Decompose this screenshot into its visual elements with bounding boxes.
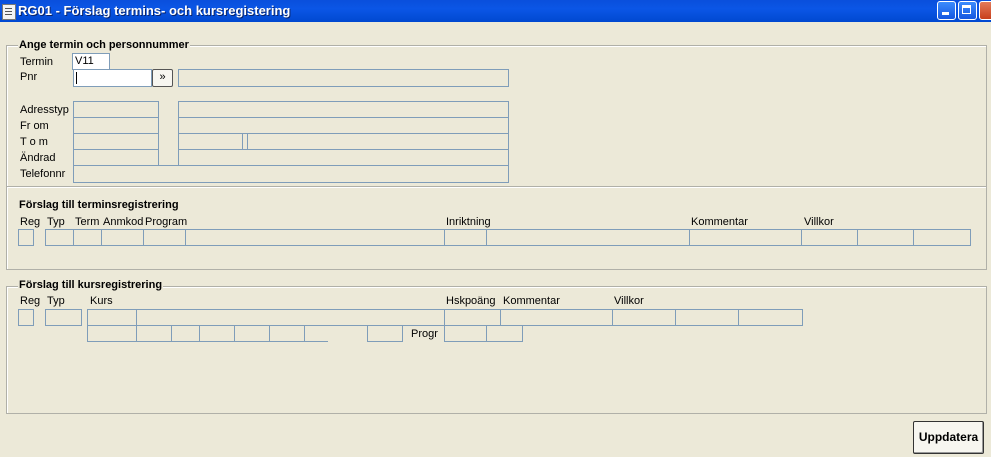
termin-label: Termin bbox=[20, 56, 54, 68]
kurs-reg-col-kurs: Kurs bbox=[90, 295, 113, 307]
termin-reg-checkbox[interactable] bbox=[18, 229, 34, 246]
termin-reg-col-term: Term bbox=[75, 216, 100, 228]
address-line-2[interactable] bbox=[178, 117, 509, 134]
kurs-reg-progr-cell-2[interactable] bbox=[486, 325, 523, 342]
document-icon bbox=[2, 4, 16, 20]
termin-field[interactable]: V11 bbox=[72, 53, 110, 70]
termin-reg-col-reg: Reg bbox=[20, 216, 41, 228]
pnr-input[interactable] bbox=[73, 69, 152, 87]
andrad-label: Ändrad bbox=[20, 152, 56, 164]
kurs-reg-group bbox=[6, 286, 987, 414]
termin-reg-inriktning-code-cell[interactable] bbox=[444, 229, 487, 246]
termin-reg-col-inriktning: Inriktning bbox=[446, 216, 491, 228]
address-line-4[interactable] bbox=[178, 149, 509, 166]
city-field[interactable] bbox=[247, 133, 509, 150]
update-button[interactable]: Uppdatera bbox=[913, 421, 984, 454]
kurs-reg-kurs-code-cell[interactable] bbox=[87, 309, 137, 326]
from-field[interactable] bbox=[73, 117, 159, 134]
termin-reg-col-villkor: Villkor bbox=[804, 216, 834, 228]
person-group-legend: Ange termin och personnummer bbox=[18, 39, 190, 51]
kurs-reg-villkor-cell-2[interactable] bbox=[675, 309, 739, 326]
kurs-reg-progr-code-cell[interactable] bbox=[367, 325, 403, 342]
kurs-reg-sub-cell-7[interactable] bbox=[304, 325, 328, 342]
termin-reg-program-code-cell[interactable] bbox=[143, 229, 186, 246]
pnr-label: Pnr bbox=[20, 71, 38, 83]
termin-reg-villkor-cell-2[interactable] bbox=[857, 229, 914, 246]
kurs-reg-progr-label: Progr bbox=[411, 328, 438, 340]
termin-reg-col-anmkod: Anmkod bbox=[103, 216, 144, 228]
termin-reg-program-name-cell[interactable] bbox=[185, 229, 445, 246]
adresstyp-label: Adresstyp bbox=[20, 104, 69, 116]
kurs-reg-villkor-cell-3[interactable] bbox=[738, 309, 803, 326]
kurs-reg-sub-cell-1[interactable] bbox=[87, 325, 137, 342]
telefon-field[interactable] bbox=[73, 165, 509, 183]
kurs-reg-col-kommentar: Kommentar bbox=[503, 295, 560, 307]
telefon-label: Telefonnr bbox=[20, 168, 66, 180]
pnr-lookup-button[interactable]: » bbox=[152, 69, 173, 87]
minimize-button[interactable] bbox=[937, 1, 956, 20]
from-label: Fr om bbox=[20, 120, 49, 132]
termin-reg-villkor-cell-3[interactable] bbox=[913, 229, 971, 246]
kurs-reg-villkor-cell-1[interactable] bbox=[612, 309, 676, 326]
adresstyp-field[interactable] bbox=[73, 101, 159, 118]
kurs-reg-col-villkor: Villkor bbox=[614, 295, 644, 307]
termin-reg-legend: Förslag till terminsregistrering bbox=[19, 199, 179, 211]
kurs-reg-legend: Förslag till kursregistrering bbox=[18, 279, 164, 291]
tom-label: T o m bbox=[20, 136, 48, 148]
kurs-reg-sub-cell-3[interactable] bbox=[171, 325, 200, 342]
kurs-reg-col-reg: Reg bbox=[20, 295, 41, 307]
kurs-reg-hskpoang-cell[interactable] bbox=[444, 309, 501, 326]
termin-reg-anmkod-cell[interactable] bbox=[101, 229, 144, 246]
kurs-reg-kommentar-cell[interactable] bbox=[500, 309, 613, 326]
person-name-field[interactable] bbox=[178, 69, 509, 87]
kurs-reg-sub-cell-4[interactable] bbox=[199, 325, 235, 342]
address-line-1[interactable] bbox=[178, 101, 509, 118]
termin-reg-inriktning-name-cell[interactable] bbox=[486, 229, 690, 246]
maximize-button[interactable] bbox=[958, 1, 977, 20]
termin-reg-kommentar-cell[interactable] bbox=[689, 229, 802, 246]
tom-field[interactable] bbox=[73, 133, 159, 150]
kurs-reg-col-hskpoang: Hskpoäng bbox=[446, 295, 496, 307]
termin-reg-term-cell[interactable] bbox=[73, 229, 102, 246]
kurs-reg-sub-cell-2[interactable] bbox=[136, 325, 172, 342]
title-bar: RG01 - Förslag termins- och kursregister… bbox=[0, 0, 991, 22]
kurs-reg-progr-cell-1[interactable] bbox=[444, 325, 487, 342]
termin-reg-villkor-cell-1[interactable] bbox=[801, 229, 858, 246]
postal-code-field[interactable] bbox=[178, 133, 243, 150]
andrad-field[interactable] bbox=[73, 149, 159, 166]
kurs-reg-col-typ: Typ bbox=[47, 295, 65, 307]
kurs-reg-checkbox[interactable] bbox=[18, 309, 34, 326]
termin-reg-typ-cell[interactable] bbox=[45, 229, 74, 246]
window-title: RG01 - Förslag termins- och kursregister… bbox=[18, 3, 291, 18]
kurs-reg-sub-cell-5[interactable] bbox=[234, 325, 270, 342]
termin-reg-col-kommentar: Kommentar bbox=[691, 216, 748, 228]
termin-reg-col-typ: Typ bbox=[47, 216, 65, 228]
kurs-reg-kurs-name-cell[interactable] bbox=[136, 309, 445, 326]
kurs-reg-typ-cell[interactable] bbox=[45, 309, 82, 326]
termin-reg-col-program: Program bbox=[145, 216, 188, 228]
close-button[interactable] bbox=[979, 1, 991, 20]
kurs-reg-sub-cell-6[interactable] bbox=[269, 325, 305, 342]
